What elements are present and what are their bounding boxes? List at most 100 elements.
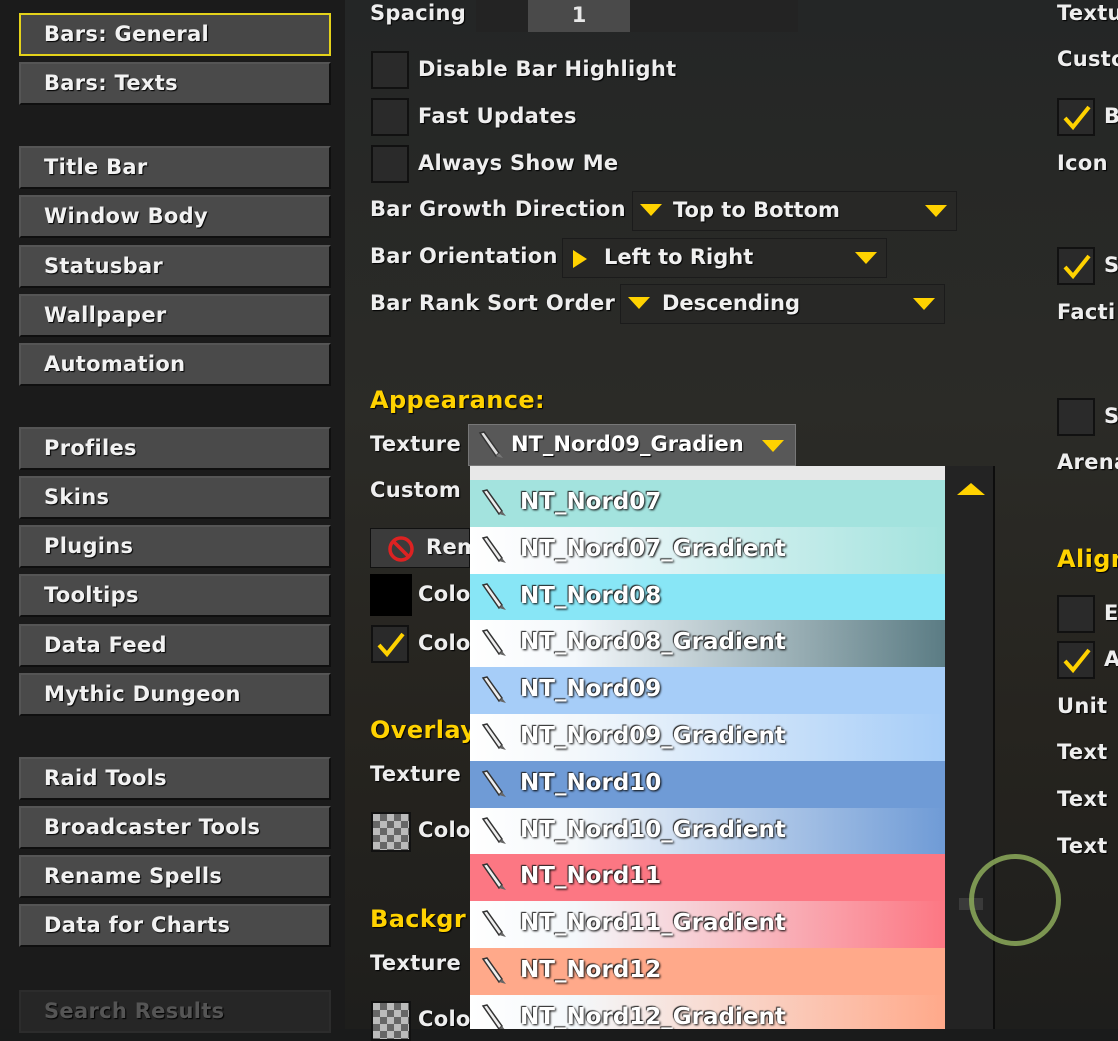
overlay-color-swatch[interactable] [371, 812, 411, 852]
brush-icon [481, 769, 506, 797]
right-checkbox-4[interactable] [1057, 595, 1095, 633]
always-show-me-checkbox[interactable] [371, 145, 409, 183]
bar-rank-dropdown[interactable]: Descending [620, 284, 945, 324]
spacing-slider-thumb[interactable]: 1 [528, 0, 630, 32]
texture-dropdown-list: NT_Nord07 NT_Nord07_Gradient NT_Nord08 NT_N… [470, 466, 945, 1029]
sidebar-item-window-body[interactable]: Window Body [19, 195, 331, 238]
remove-button[interactable]: Rem [370, 528, 479, 568]
sidebar-item-rename-spells[interactable]: Rename Spells [19, 855, 331, 898]
checkmark-icon [1063, 105, 1091, 131]
background-header: Backgr [370, 905, 467, 933]
checkmark-icon [377, 632, 405, 658]
texture-option-nt-nord11[interactable]: NT_Nord11 [470, 854, 945, 902]
bar-rank-label: Bar Rank Sort Order [370, 291, 616, 315]
scroll-up-icon[interactable] [957, 483, 985, 495]
chevron-down-icon[interactable] [762, 440, 784, 452]
texture-option-nt-nord09[interactable]: NT_Nord09 [470, 667, 945, 715]
texture-option-nt-nord10[interactable]: NT_Nord10 [470, 760, 945, 808]
sidebar-item-profiles[interactable]: Profiles [19, 427, 331, 470]
texture-option-label: NT_Nord09_Gradient [520, 723, 786, 749]
texture-option-label: NT_Nord08 [520, 582, 662, 609]
texture-option-nt-nord11-gradient[interactable]: NT_Nord11_Gradient [470, 901, 945, 949]
right-faction-label: Facti [1057, 300, 1116, 324]
spacing-label: Spacing [370, 1, 467, 25]
fast-updates-checkbox[interactable] [371, 98, 409, 136]
sidebar-item-wallpaper[interactable]: Wallpaper [19, 294, 331, 337]
sidebar-item-title-bar[interactable]: Title Bar [19, 146, 331, 189]
bar-orientation-value: Left to Right [604, 245, 754, 269]
right-checkbox-1[interactable] [1057, 98, 1095, 136]
sidebar-item-statusbar[interactable]: Statusbar [19, 245, 331, 288]
sidebar-item-tooltips[interactable]: Tooltips [19, 574, 331, 617]
texture-option-nt-nord08[interactable]: NT_Nord08 [470, 573, 945, 621]
right-text-label-3: Text [1057, 834, 1108, 858]
texture-option-nt-nord07[interactable]: NT_Nord07 [470, 480, 945, 527]
chevron-down-icon[interactable] [855, 252, 877, 264]
texture-option-nt-nord12[interactable]: NT_Nord12 [470, 948, 945, 995]
color-swatch[interactable] [370, 574, 412, 616]
color-label: Colo [418, 582, 471, 606]
appearance-header: Appearance: [370, 386, 546, 414]
right-checkbox-2-label: S [1104, 253, 1118, 277]
texture-option-label: NT_Nord12 [520, 957, 662, 983]
background-color-label: Colo [418, 1007, 471, 1031]
sidebar-item-plugins[interactable]: Plugins [19, 525, 331, 568]
brush-icon [481, 582, 506, 610]
color-checkbox[interactable] [371, 625, 409, 663]
sidebar-item-automation[interactable]: Automation [19, 343, 331, 386]
sidebar-item-data-feed[interactable]: Data Feed [19, 624, 331, 667]
texture-dropdown[interactable]: NT_Nord09_Gradien [468, 424, 796, 466]
texture-option-nt-nord10-gradient[interactable]: NT_Nord10_Gradient [470, 807, 945, 855]
brush-icon [481, 676, 506, 704]
sidebar-item-bars-texts[interactable]: Bars: Texts [19, 62, 331, 105]
brush-icon [481, 957, 506, 984]
bar-growth-label: Bar Growth Direction [370, 197, 626, 221]
background-color-swatch[interactable] [371, 1001, 411, 1041]
right-checkbox-4-label: E [1104, 601, 1118, 625]
texture-option-label: NT_Nord11_Gradient [520, 910, 786, 937]
right-checkbox-5[interactable] [1057, 641, 1095, 679]
bar-orientation-dropdown[interactable]: Left to Right [562, 238, 887, 278]
texture-option-nt-nord09-gradient[interactable]: NT_Nord09_Gradient [470, 714, 945, 761]
sidebar-search-results: Search Results [19, 990, 331, 1033]
dropdown-scrollbar[interactable] [945, 466, 995, 1029]
chevron-down-icon[interactable] [925, 205, 947, 217]
chevron-down-icon[interactable] [913, 298, 935, 310]
texture-option-nt-nord07-gradient[interactable]: NT_Nord07_Gradient [470, 526, 945, 574]
sidebar-item-bars-general[interactable]: Bars: General [19, 13, 331, 56]
texture-option-label: NT_Nord08_Gradient [520, 629, 786, 656]
texture-option-label: NT_Nord07_Gradient [520, 535, 786, 562]
overlay-color-label: Colo [418, 818, 471, 842]
custom-texture-label: Custom [370, 478, 462, 502]
texture-option-label: NT_Nord09 [520, 676, 662, 703]
brush-icon [481, 629, 506, 657]
texture-option-nt-nord08-gradient[interactable]: NT_Nord08_Gradient [470, 620, 945, 668]
right-unit-label: Unit [1057, 694, 1108, 718]
always-show-me-label: Always Show Me [418, 151, 619, 175]
fast-updates-label: Fast Updates [418, 104, 577, 128]
background-texture-label: Texture [370, 951, 462, 975]
disable-bar-highlight-checkbox[interactable] [371, 51, 409, 89]
right-checkbox-5-label: A [1104, 647, 1118, 671]
spacing-slider[interactable]: 1 [476, 0, 798, 32]
overlay-texture-label: Texture [370, 762, 462, 786]
right-text-label-1: Text [1057, 740, 1108, 764]
texture-option-nt-nord12-gradient[interactable]: NT_Nord12_Gradient [470, 994, 945, 1029]
right-texture-label: Textu [1057, 1, 1118, 25]
bar-growth-dropdown[interactable]: Top to Bottom [632, 191, 957, 231]
disable-bar-highlight-label: Disable Bar Highlight [418, 57, 677, 81]
sidebar-item-broadcaster-tools[interactable]: Broadcaster Tools [19, 806, 331, 849]
brush-icon [481, 910, 506, 938]
sidebar-item-raid-tools[interactable]: Raid Tools [19, 757, 331, 800]
brush-icon [481, 816, 506, 844]
right-checkbox-2[interactable] [1057, 247, 1095, 285]
right-arena-label: Arena [1057, 450, 1118, 474]
right-checkbox-3[interactable] [1057, 398, 1095, 436]
dropdown-arrow-right-icon [573, 250, 587, 268]
sidebar-item-mythic-dungeon[interactable]: Mythic Dungeon [19, 673, 331, 716]
sidebar-item-skins[interactable]: Skins [19, 476, 331, 519]
right-align-header: Align [1057, 545, 1118, 573]
list-item-partial [470, 466, 945, 480]
right-icon-label: Icon [1057, 151, 1108, 175]
sidebar-item-data-for-charts[interactable]: Data for Charts [19, 904, 331, 947]
